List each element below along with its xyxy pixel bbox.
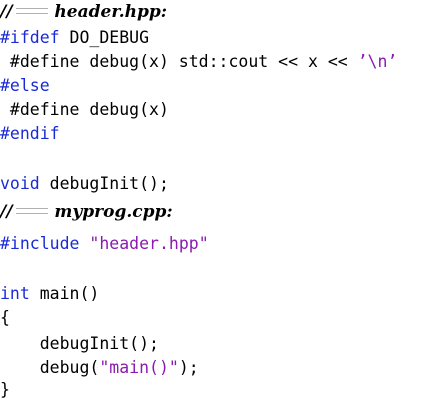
code-line: debugInit();: [0, 332, 159, 356]
code-text: debugInit();: [39, 174, 169, 193]
code-text: debug(: [0, 358, 100, 377]
separator-rule: [16, 7, 49, 14]
code-text: {: [0, 308, 10, 327]
string-literal: ’\n’: [357, 52, 398, 71]
file-header-header-hpp: // header.hpp:: [0, 0, 167, 24]
code-line: int main(): [0, 282, 99, 306]
filename-label: myprog.cpp:: [54, 202, 173, 222]
code-text: #define debug(x) std::cout << x <<: [0, 52, 358, 71]
code-line: #define debug(x) std::cout << x << ’\n’: [0, 50, 397, 74]
code-text: );: [178, 358, 199, 377]
code-line: #ifdef DO_DEBUG: [0, 26, 149, 50]
type-keyword: void: [0, 174, 40, 193]
separator-rule: [16, 207, 49, 214]
directive-keyword: #else: [0, 76, 50, 95]
comment-slashes: //: [0, 202, 13, 222]
string-literal: "main()": [99, 358, 179, 377]
code-text: }: [0, 380, 10, 399]
file-header-myprog-cpp: // myprog.cpp:: [0, 200, 173, 224]
code-line: }: [0, 378, 10, 402]
code-line: #endif: [0, 122, 60, 146]
comment-slashes: //: [0, 2, 13, 22]
filename-label: header.hpp:: [54, 2, 168, 22]
code-line: void debugInit();: [0, 172, 169, 196]
directive-keyword: #endif: [0, 124, 60, 143]
directive-keyword: #ifdef: [0, 28, 60, 47]
directive-keyword: #include: [0, 234, 80, 253]
code-line: #else: [0, 74, 50, 98]
code-text: #define debug(x): [0, 100, 169, 119]
type-keyword: int: [0, 284, 30, 303]
code-line: #include "header.hpp": [0, 232, 209, 256]
code-line: debug("main()");: [0, 356, 199, 380]
code-text: debugInit();: [0, 334, 159, 353]
string-literal: "header.hpp": [89, 234, 209, 253]
code-text: main(): [29, 284, 100, 303]
code-text: DO_DEBUG: [59, 28, 150, 47]
code-line: {: [0, 306, 10, 330]
code-line: #define debug(x): [0, 98, 169, 122]
